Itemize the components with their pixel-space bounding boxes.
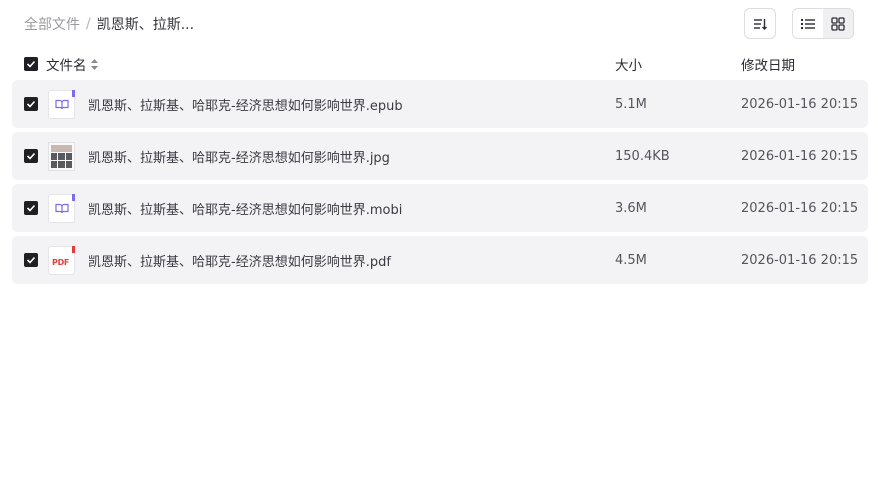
file-row[interactable]: PDF 凯恩斯、拉斯基、哈耶克-经济思想如何影响世界.pdf 4.5M 2026… — [12, 236, 868, 284]
pdf-icon: PDF — [48, 246, 75, 275]
check-icon — [26, 256, 36, 264]
ebook-icon — [48, 194, 75, 223]
breadcrumb: 全部文件 / 凯恩斯、拉斯... — [24, 14, 194, 34]
pdf-label: PDF — [52, 258, 70, 267]
image-thumbnail — [48, 142, 75, 171]
file-size: 3.6M — [615, 200, 647, 216]
column-header-modified[interactable]: 修改日期 — [741, 54, 795, 74]
list-view-button[interactable] — [793, 9, 823, 38]
table-header: 文件名 大小 修改日期 — [12, 52, 868, 76]
grid-view-icon — [831, 16, 845, 31]
view-toggle — [792, 8, 854, 39]
file-name[interactable]: 凯恩斯、拉斯基、哈耶克-经济思想如何影响世界.pdf — [88, 251, 391, 270]
list-view-icon — [801, 18, 815, 29]
grid-view-button[interactable] — [823, 9, 853, 38]
sort-button[interactable] — [744, 8, 776, 39]
file-row[interactable]: 凯恩斯、拉斯基、哈耶克-经济思想如何影响世界.mobi 3.6M 2026-01… — [12, 184, 868, 232]
file-modified-date: 2026-01-16 20:15 — [741, 252, 859, 268]
file-modified-date: 2026-01-16 20:15 — [741, 148, 859, 164]
select-all-checkbox[interactable] — [24, 57, 38, 71]
row-checkbox[interactable] — [24, 97, 38, 111]
file-row[interactable]: 凯恩斯、拉斯基、哈耶克-经济思想如何影响世界.epub 5.1M 2026-01… — [12, 80, 868, 128]
check-icon — [26, 60, 36, 68]
breadcrumb-separator: / — [86, 16, 91, 32]
breadcrumb-current: 凯恩斯、拉斯... — [96, 17, 195, 33]
sort-descending-icon — [754, 18, 767, 30]
file-name[interactable]: 凯恩斯、拉斯基、哈耶克-经济思想如何影响世界.epub — [88, 95, 403, 114]
breadcrumb-root-link[interactable]: 全部文件 — [24, 14, 80, 34]
check-icon — [26, 204, 36, 212]
sort-caret-icon[interactable] — [90, 58, 98, 70]
check-icon — [26, 152, 36, 160]
ebook-icon — [48, 90, 75, 119]
file-list: 凯恩斯、拉斯基、哈耶克-经济思想如何影响世界.epub 5.1M 2026-01… — [12, 80, 868, 288]
file-size: 150.4KB — [615, 148, 670, 164]
file-name[interactable]: 凯恩斯、拉斯基、哈耶克-经济思想如何影响世界.mobi — [88, 199, 402, 218]
row-checkbox[interactable] — [24, 201, 38, 215]
column-header-size[interactable]: 大小 — [615, 54, 642, 74]
file-size: 4.5M — [615, 252, 647, 268]
file-modified-date: 2026-01-16 20:15 — [741, 200, 859, 216]
file-size: 5.1M — [615, 96, 647, 112]
row-checkbox[interactable] — [24, 253, 38, 267]
column-header-name[interactable]: 文件名 — [46, 54, 98, 74]
file-row[interactable]: 凯恩斯、拉斯基、哈耶克-经济思想如何影响世界.jpg 150.4KB 2026-… — [12, 132, 868, 180]
file-modified-date: 2026-01-16 20:15 — [741, 96, 859, 112]
check-icon — [26, 100, 36, 108]
row-checkbox[interactable] — [24, 149, 38, 163]
file-name[interactable]: 凯恩斯、拉斯基、哈耶克-经济思想如何影响世界.jpg — [88, 147, 390, 166]
column-header-name-label: 文件名 — [46, 58, 87, 74]
